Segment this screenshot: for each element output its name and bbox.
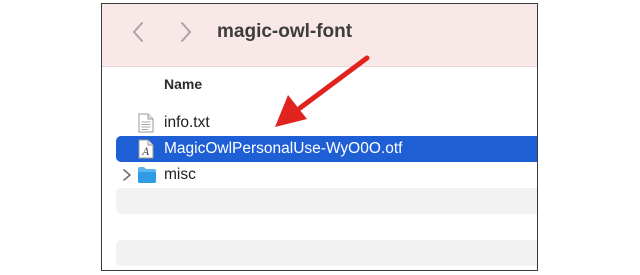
folder-name: misc bbox=[164, 166, 196, 183]
column-header-row: Name bbox=[102, 67, 537, 99]
back-button[interactable] bbox=[127, 20, 151, 44]
window-title: magic-owl-font bbox=[217, 21, 353, 42]
file-name: info.txt bbox=[164, 114, 210, 131]
text-file-icon bbox=[138, 113, 154, 133]
file-row-font-otf[interactable]: A MagicOwlPersonalUse-WyO0O.otf bbox=[116, 136, 537, 162]
folder-icon bbox=[138, 167, 156, 183]
font-file-icon: A bbox=[138, 139, 154, 159]
file-name: MagicOwlPersonalUse-WyO0O.otf bbox=[164, 140, 403, 157]
forward-button[interactable] bbox=[173, 20, 197, 44]
toolbar: magic-owl-font bbox=[102, 4, 537, 67]
finder-window: magic-owl-font Name info.txt A MagicOwlP… bbox=[101, 3, 538, 271]
file-row-info-txt[interactable]: info.txt bbox=[116, 110, 537, 136]
folder-row-misc[interactable]: misc bbox=[116, 162, 537, 188]
name-column-header[interactable]: Name bbox=[164, 76, 202, 92]
empty-row bbox=[116, 188, 537, 214]
chevron-right-icon bbox=[181, 22, 191, 42]
disclosure-chevron-icon[interactable] bbox=[122, 169, 132, 181]
svg-text:A: A bbox=[141, 147, 149, 158]
chevron-left-icon bbox=[133, 22, 143, 42]
empty-row bbox=[116, 240, 537, 266]
